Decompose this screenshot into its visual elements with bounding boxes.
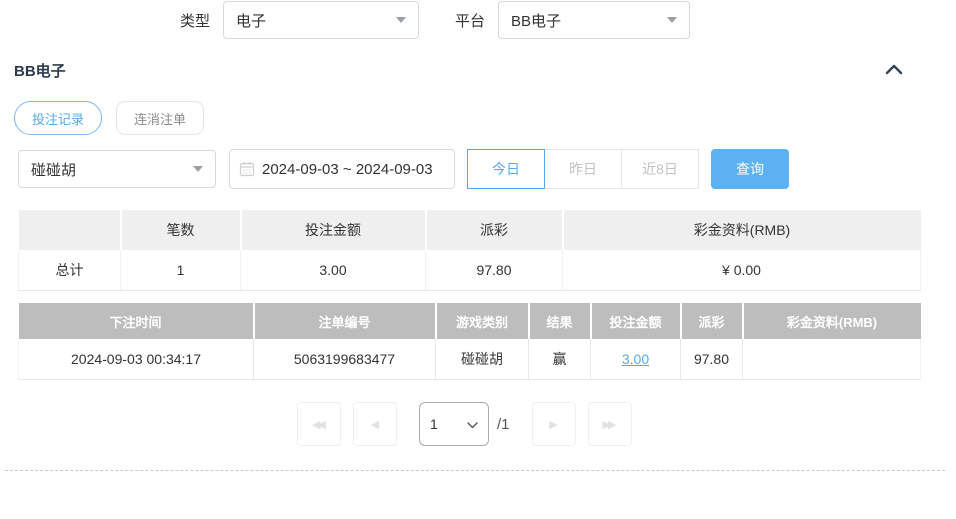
platform-label: 平台 bbox=[455, 10, 485, 31]
first-page-button[interactable]: ◀◀ bbox=[297, 402, 341, 446]
detail-header-bet-amount: 投注金额 bbox=[591, 303, 681, 339]
tab-bet-records[interactable]: 投注记录 bbox=[14, 101, 102, 135]
detail-header-order-id: 注单编号 bbox=[254, 303, 436, 339]
calendar-icon bbox=[239, 161, 255, 177]
summary-total-count: 1 bbox=[121, 250, 241, 290]
top-filter-row: 类型 电子 平台 BB电子 bbox=[180, 0, 690, 40]
summary-total-label: 总计 bbox=[19, 250, 121, 290]
page-total-text: /1 bbox=[497, 416, 510, 433]
detail-header-bonus: 彩金资料(RMB) bbox=[743, 303, 921, 339]
date-range-value: 2024-09-03 ~ 2024-09-03 bbox=[262, 161, 433, 178]
summary-header-count: 笔数 bbox=[121, 210, 241, 250]
game-select[interactable]: 碰碰胡 bbox=[18, 150, 216, 188]
summary-total-bonus: ¥ 0.00 bbox=[563, 250, 921, 290]
next-page-button[interactable]: ▶ bbox=[532, 402, 576, 446]
result-cell: 赢 bbox=[529, 339, 591, 379]
summary-table: 笔数 投注金额 派彩 彩金资料(RMB) 总计 1 3.00 97.80 ¥ 0… bbox=[18, 210, 921, 291]
table-row: 2024-09-03 00:34:17 5063199683477 碰碰胡 赢 … bbox=[19, 339, 921, 379]
page-select-value: 1 bbox=[430, 416, 438, 432]
caret-down-icon bbox=[193, 166, 203, 172]
section-title: BB电子 bbox=[14, 60, 66, 81]
summary-header-empty bbox=[19, 210, 121, 250]
summary-total-payout: 97.80 bbox=[426, 250, 563, 290]
game-type-cell: 碰碰胡 bbox=[436, 339, 529, 379]
tab-bar: 投注记录 连消注单 bbox=[14, 101, 204, 135]
today-button[interactable]: 今日 bbox=[467, 149, 545, 189]
summary-total-bet-amount: 3.00 bbox=[241, 250, 426, 290]
double-right-arrow-icon: ▶▶ bbox=[603, 418, 614, 431]
collapse-section-button[interactable] bbox=[880, 58, 908, 82]
bonus-cell bbox=[743, 339, 921, 379]
left-arrow-icon: ◀ bbox=[371, 418, 379, 431]
tab-cancelled-orders[interactable]: 连消注单 bbox=[116, 101, 204, 135]
caret-down-icon bbox=[396, 17, 406, 23]
detail-header-payout: 派彩 bbox=[681, 303, 743, 339]
game-select-value: 碰碰胡 bbox=[31, 159, 76, 180]
type-select[interactable]: 电子 bbox=[223, 1, 419, 39]
order-id-cell: 5063199683477 bbox=[254, 339, 436, 379]
platform-select-value: BB电子 bbox=[511, 10, 561, 31]
dashed-divider bbox=[5, 470, 945, 471]
detail-header-row: 下注时间 注单编号 游戏类别 结果 投注金额 派彩 彩金资料(RMB) bbox=[19, 303, 921, 339]
summary-header-bonus: 彩金资料(RMB) bbox=[563, 210, 921, 250]
type-label: 类型 bbox=[180, 10, 210, 31]
last-page-button[interactable]: ▶▶ bbox=[588, 402, 632, 446]
bet-amount-link[interactable]: 3.00 bbox=[622, 351, 649, 367]
page-select[interactable]: 1 bbox=[419, 402, 489, 446]
bet-time-cell: 2024-09-03 00:34:17 bbox=[19, 339, 254, 379]
payout-cell: 97.80 bbox=[681, 339, 743, 379]
summary-header-bet-amount: 投注金额 bbox=[241, 210, 426, 250]
chevron-up-icon bbox=[885, 63, 903, 78]
date-range-picker[interactable]: 2024-09-03 ~ 2024-09-03 bbox=[229, 149, 455, 189]
pagination: ◀◀ ◀ 1 /1 ▶ ▶▶ bbox=[297, 402, 632, 446]
summary-header-row: 笔数 投注金额 派彩 彩金资料(RMB) bbox=[19, 210, 921, 250]
detail-header-game: 游戏类别 bbox=[436, 303, 529, 339]
detail-header-result: 结果 bbox=[529, 303, 591, 339]
detail-table: 下注时间 注单编号 游戏类别 结果 投注金额 派彩 彩金资料(RMB) 2024… bbox=[18, 303, 921, 380]
right-arrow-icon: ▶ bbox=[549, 418, 557, 431]
summary-total-row: 总计 1 3.00 97.80 ¥ 0.00 bbox=[19, 250, 921, 290]
bet-amount-cell: 3.00 bbox=[591, 339, 681, 379]
yesterday-button[interactable]: 昨日 bbox=[544, 149, 622, 189]
prev-page-button[interactable]: ◀ bbox=[353, 402, 397, 446]
quick-date-group: 今日 昨日 近8日 bbox=[467, 149, 699, 189]
last8days-button[interactable]: 近8日 bbox=[621, 149, 699, 189]
summary-header-payout: 派彩 bbox=[426, 210, 563, 250]
platform-select[interactable]: BB电子 bbox=[498, 1, 690, 39]
double-left-arrow-icon: ◀◀ bbox=[312, 418, 323, 431]
caret-down-icon bbox=[667, 17, 677, 23]
detail-header-time: 下注时间 bbox=[19, 303, 254, 339]
search-button[interactable]: 查询 bbox=[711, 149, 789, 189]
chevron-down-icon bbox=[467, 416, 478, 432]
type-select-value: 电子 bbox=[236, 10, 266, 31]
filter-bar: 碰碰胡 2024-09-03 ~ 2024-09-03 今日 昨日 近8日 查询 bbox=[18, 149, 789, 189]
